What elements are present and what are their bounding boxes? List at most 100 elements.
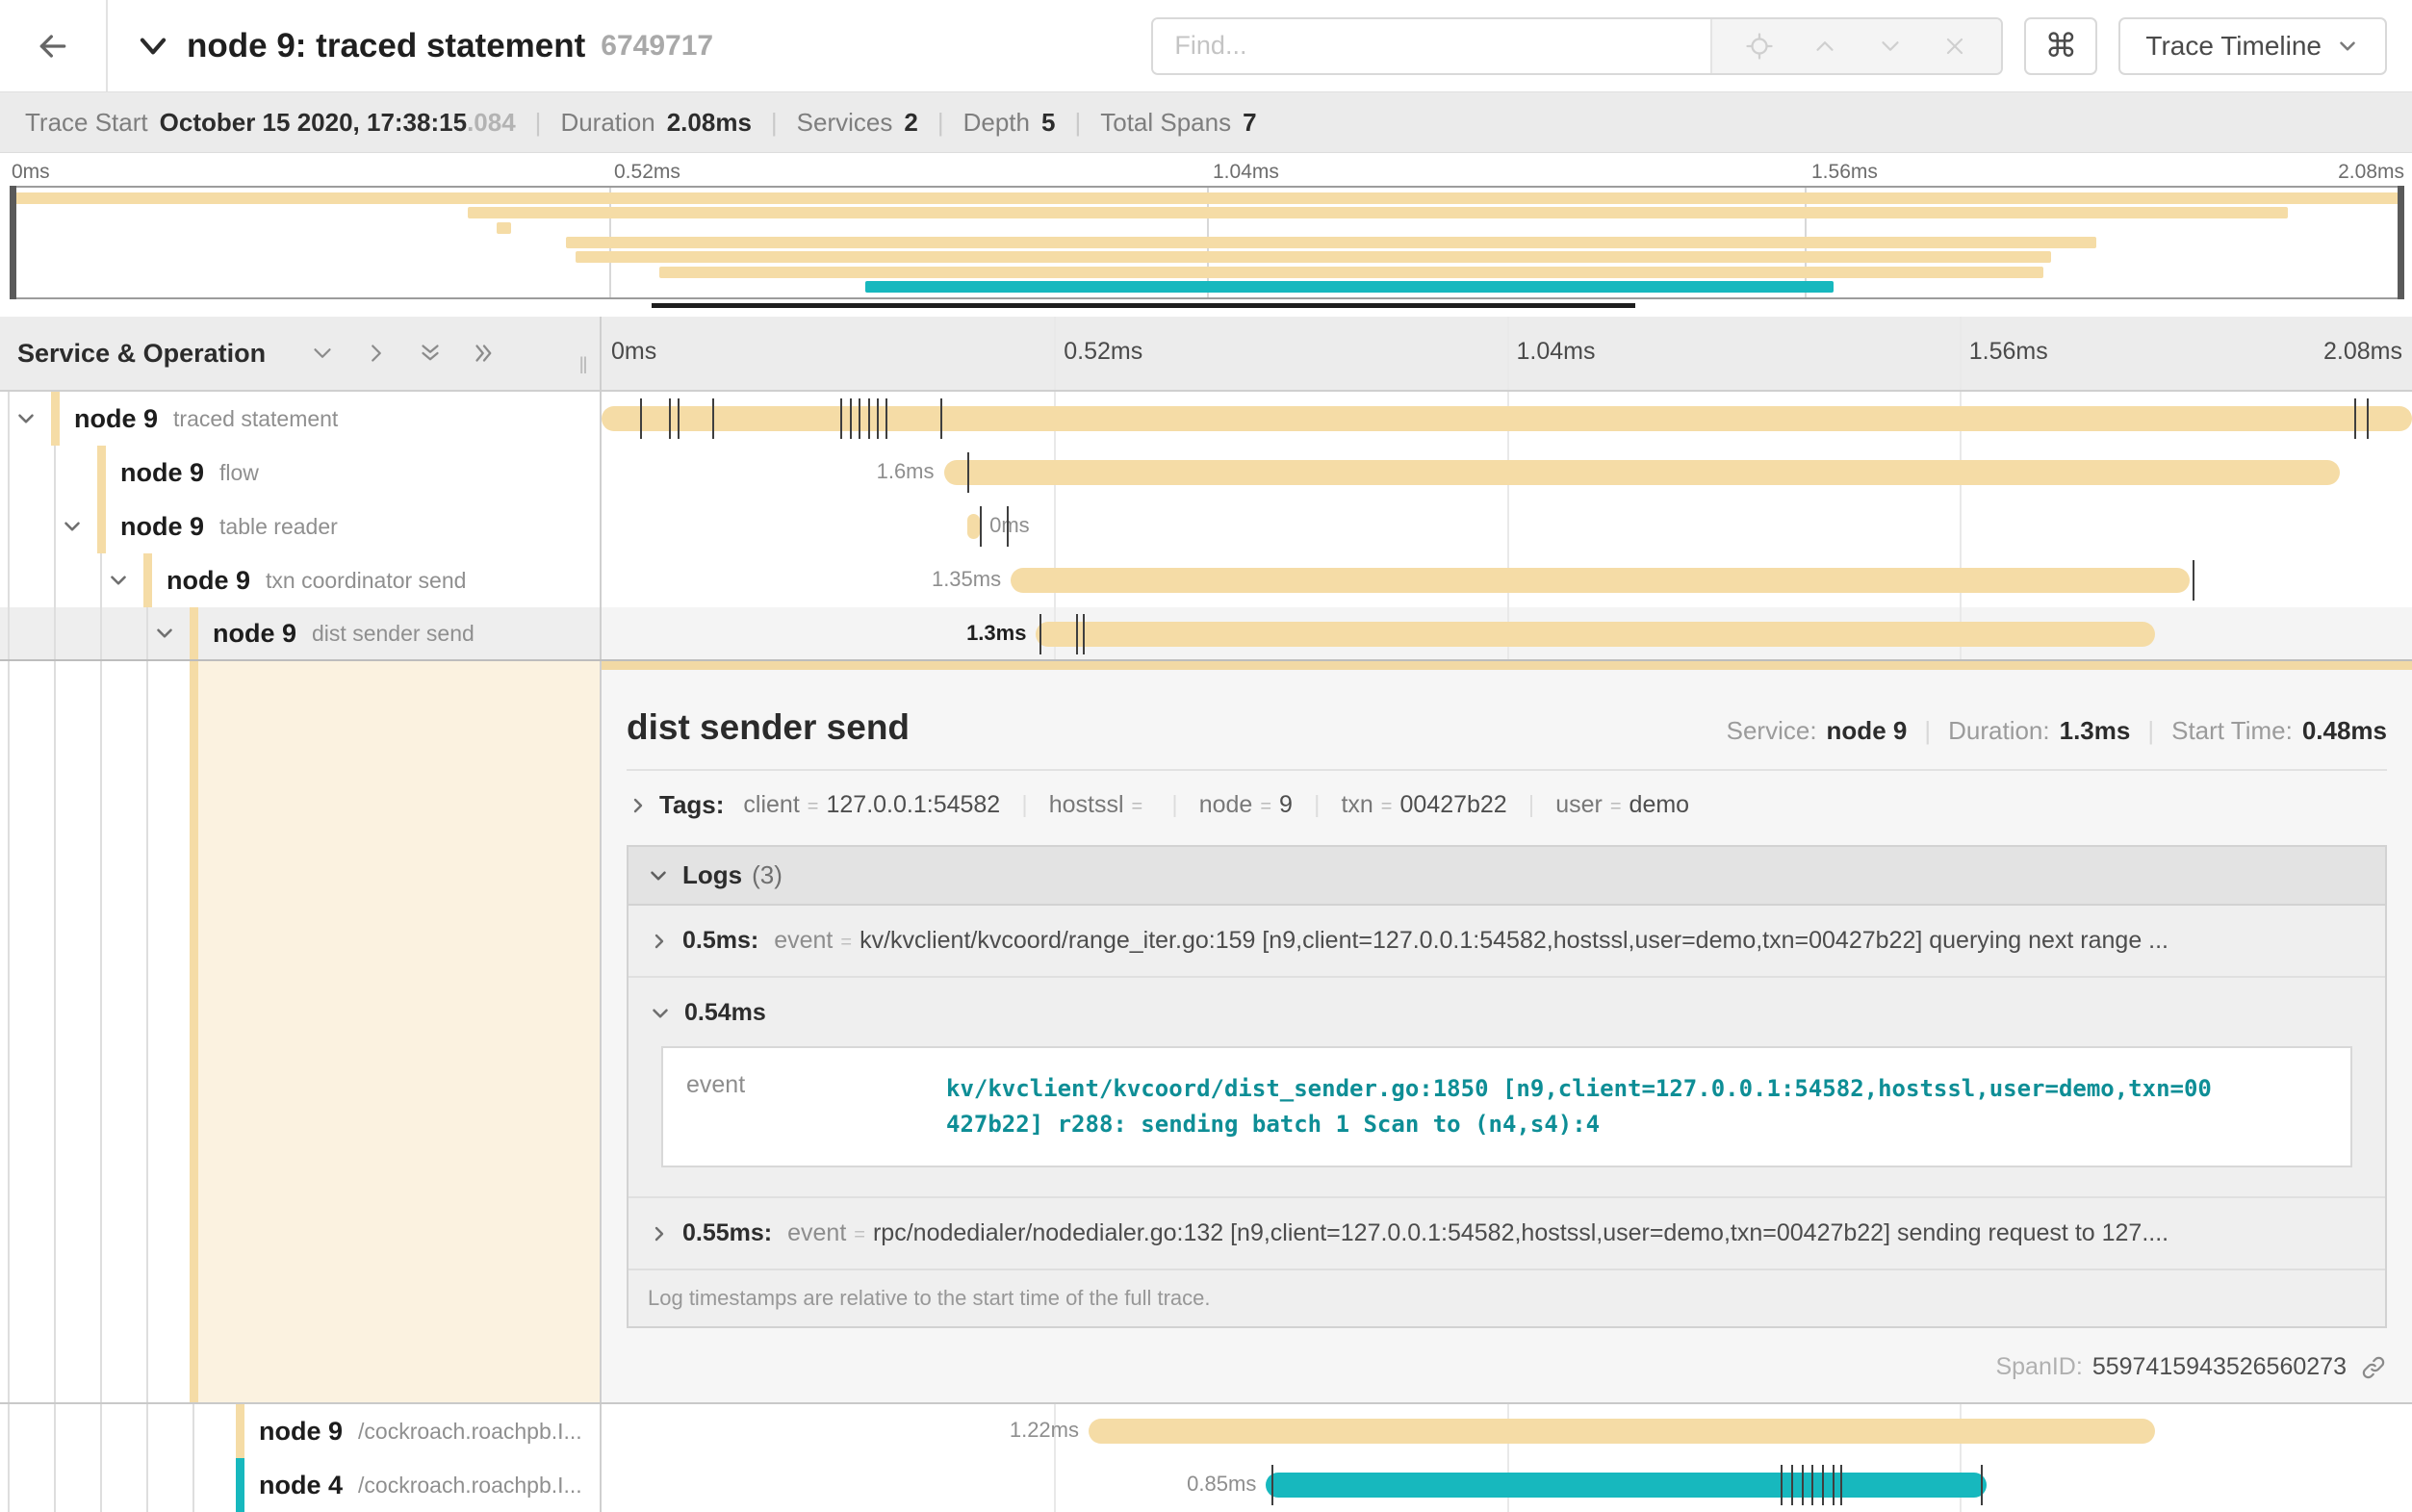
span-color-accent [602,661,2412,670]
logs-title: Logs [682,860,742,890]
clear-icon[interactable] [1941,33,1968,60]
span-row-name-cell[interactable]: node 9txn coordinator send [0,553,602,607]
operation-name: traced statement [173,406,338,432]
expand-one-icon[interactable] [362,339,391,368]
caret-up-icon[interactable] [1810,32,1839,61]
column-resize-handle[interactable]: ‖ [578,353,590,380]
viewport-drag-right[interactable] [2398,186,2404,299]
span-row-timeline-cell[interactable]: 1.35ms [602,553,2412,607]
tree-guide [8,392,10,446]
span-row-timeline-cell[interactable]: 0.85ms [602,1458,2412,1512]
span-bar[interactable] [1266,1473,1987,1498]
span-bar[interactable] [944,460,2340,485]
tree-guide [54,446,56,500]
trace-header-collapse-button[interactable] [135,28,171,64]
span-row[interactable]: node 9dist sender send 1.3ms [0,607,2412,661]
span-row[interactable]: node 9traced statement [0,392,2412,446]
divider: | [937,108,944,138]
summary-value: 7 [1243,108,1256,138]
span-row-name-cell[interactable]: node 9/cockroach.roachpb.I... [0,1404,602,1458]
service-color-stripe [143,553,152,607]
span-row-timeline-cell[interactable]: 0ms [602,500,2412,553]
tag-item: |txn=00427b22 [1293,791,1507,819]
minimap-span [659,267,2043,278]
span-duration-label: 1.3ms [966,621,1036,646]
log-tick [1781,1465,1783,1505]
find-input[interactable] [1153,19,1710,73]
span-row-timeline-cell[interactable]: 1.22ms [602,1404,2412,1458]
span-detail-meta: Service:node 9|Duration:1.3ms|Start Time… [1727,716,2387,746]
minimap-tick-label: 1.56ms [1811,161,1878,184]
span-bar[interactable] [1036,622,2154,647]
locate-icon[interactable] [1745,32,1774,61]
span-row-timeline-cell[interactable]: 1.6ms [602,446,2412,500]
span-row-name-cell[interactable]: node 9traced statement [0,392,602,446]
meta-value: node 9 [1827,716,1908,746]
minimap-span [468,207,2287,218]
span-bar[interactable] [967,514,980,539]
chevron-right-icon[interactable] [648,1222,671,1245]
span-row[interactable]: node 9txn coordinator send 1.35ms [0,553,2412,607]
tree-guide [100,607,102,659]
log-entry[interactable]: 0.55ms: event = rpc/nodedialer/nodediale… [629,1198,2385,1269]
service-name: node 9 [259,1417,343,1447]
summary-value: 2 [904,108,917,138]
chevron-right-icon[interactable] [648,930,671,953]
viewport-drag-left[interactable] [10,186,16,299]
span-id-label: SpanID: [1995,1353,2082,1381]
tree-guide [8,607,10,659]
minimap-tick-label: 2.08ms [2338,161,2404,184]
span-row[interactable]: node 9/cockroach.roachpb.I... 1.22ms [0,1404,2412,1458]
logs-section: Logs (3) 0.5ms: event = kv/kvclient/kvco… [627,845,2387,1328]
span-row[interactable]: node 4/cockroach.roachpb.I... 0.85ms [0,1458,2412,1512]
minimap-viewport[interactable] [10,186,2404,299]
chevron-down-icon[interactable] [13,406,38,431]
trace-view-label: Trace Timeline [2145,31,2322,62]
minimap-span [566,237,2096,248]
keyboard-shortcuts-button[interactable]: ⌘ [2024,17,2097,75]
tree-guide [192,1458,194,1512]
chevron-down-icon[interactable] [60,514,85,539]
back-button[interactable] [0,0,108,91]
summary-value: October 15 2020, 17:38:15 [160,108,467,138]
chevron-down-icon[interactable] [648,1001,673,1026]
trace-view-select[interactable]: Trace Timeline [2118,17,2387,75]
page-title: node 9: traced statement [187,27,585,65]
span-row-name-cell[interactable]: node 4/cockroach.roachpb.I... [0,1458,602,1512]
log-key: event [774,927,833,955]
span-row-timeline-cell[interactable]: 1.3ms [602,607,2412,659]
collapse-all-icon[interactable] [416,339,445,368]
span-row-timeline-cell[interactable] [602,392,2412,446]
span-row[interactable]: node 9table reader 0ms [0,500,2412,553]
logs-header[interactable]: Logs (3) [629,847,2385,906]
span-row-name-cell[interactable]: node 9table reader [0,500,602,553]
link-icon[interactable] [2360,1354,2387,1381]
log-entry[interactable]: 0.5ms: event = kv/kvclient/kvcoord/range… [629,906,2385,978]
minimap-tick-label: 0ms [12,161,50,184]
collapse-one-icon[interactable] [308,339,337,368]
tree-guide [146,607,148,659]
axis-tick-label: 1.04ms [1517,338,1596,366]
trace-id: 6749717 [601,30,713,63]
chevron-down-icon[interactable] [152,621,177,646]
span-bar[interactable] [602,406,2412,431]
tree-guide [54,661,56,1402]
chevron-down-icon[interactable] [106,568,131,593]
expand-all-icon[interactable] [470,339,499,368]
log-tick [1007,506,1009,547]
operation-name: /cockroach.roachpb.I... [358,1419,582,1445]
span-row[interactable]: node 9flow 1.6ms [0,446,2412,500]
tree-guide [100,1404,102,1458]
span-row-name-cell[interactable]: node 9flow [0,446,602,500]
span-row-name-cell[interactable]: node 9dist sender send [0,607,602,659]
log-value: kv/kvclient/kvcoord/dist_sender.go:1850 … [946,1071,2217,1142]
span-bar[interactable] [1011,568,2190,593]
caret-down-icon[interactable] [1876,32,1905,61]
timeline-gridline [1507,500,1509,553]
tags-row[interactable]: Tags: client=127.0.0.1:54582|hostssl=|no… [627,790,2387,820]
span-bar[interactable] [1089,1419,2155,1444]
minimap-scrollbar[interactable] [652,303,1636,308]
log-tick [2193,560,2194,601]
log-entry[interactable]: 0.54ms event kv/kvclient/kvcoord/dist_se… [629,978,2385,1198]
trace-summary-bar: Trace StartOctober 15 2020, 17:38:15.084… [0,91,2412,153]
